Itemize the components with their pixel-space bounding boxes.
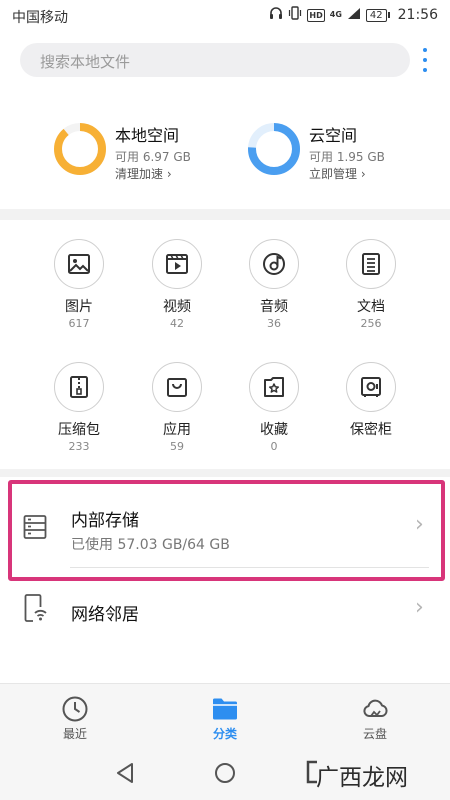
status-icons: HD 4G 42 21:56 xyxy=(269,6,438,24)
category-count: 617 xyxy=(68,317,90,330)
chevron-right-icon: › xyxy=(415,595,424,620)
category-label: 保密柜 xyxy=(350,422,392,438)
clock-icon xyxy=(61,695,89,723)
clean-accelerate-link[interactable]: 清理加速 › xyxy=(115,165,172,182)
favorite-star-icon xyxy=(249,362,299,412)
search-input[interactable]: 搜索本地文件 xyxy=(20,43,410,77)
local-space-card[interactable]: 本地空间 可用 6.97 GB 清理加速 › xyxy=(53,120,223,184)
category-favorites[interactable]: 收藏 0 xyxy=(234,362,314,472)
category-documents[interactable]: 文档 256 xyxy=(331,239,411,349)
image-icon xyxy=(54,239,104,289)
cloud-space-available: 可用 1.95 GB xyxy=(309,150,385,164)
audio-icon xyxy=(249,239,299,289)
local-space-title: 本地空间 xyxy=(115,126,180,145)
category-label: 应用 xyxy=(163,422,191,438)
app-bag-icon xyxy=(152,362,202,412)
category-apps[interactable]: 应用 59 xyxy=(137,362,217,472)
category-count: 233 xyxy=(68,440,90,453)
category-archives[interactable]: 压缩包 233 xyxy=(39,362,119,472)
watermark-text: 广西龙网 xyxy=(316,765,408,791)
highlight-box xyxy=(8,480,445,581)
category-count: 36 xyxy=(267,317,281,330)
network-device-icon xyxy=(23,593,47,627)
chevron-right-icon: › xyxy=(166,167,172,181)
status-bar: 中国移动 HD 4G 42 21:56 xyxy=(0,0,450,32)
category-label: 收藏 xyxy=(260,422,288,438)
category-label: 压缩包 xyxy=(58,422,100,438)
category-count: 0 xyxy=(270,440,278,453)
tab-recent[interactable]: 最近 xyxy=(0,684,150,746)
local-space-ring xyxy=(54,123,106,175)
category-label: 文档 xyxy=(357,299,385,315)
network-type-icon: 4G xyxy=(329,10,342,19)
archive-icon xyxy=(54,362,104,412)
folder-icon xyxy=(211,695,239,723)
battery-icon: 42 xyxy=(365,8,390,22)
back-nav-icon[interactable] xyxy=(115,762,135,788)
category-videos[interactable]: 视频 42 xyxy=(137,239,217,349)
chevron-right-icon: › xyxy=(360,167,366,181)
tab-cloud-drive[interactable]: 云盘 xyxy=(300,684,450,746)
more-options-icon[interactable] xyxy=(418,46,432,74)
headphone-icon xyxy=(269,6,283,24)
safe-icon xyxy=(346,362,396,412)
bottom-tab-bar: 最近 分类 云盘 xyxy=(0,683,450,746)
search-placeholder: 搜索本地文件 xyxy=(40,53,131,71)
category-label: 视频 xyxy=(163,299,191,315)
network-neighbors-row[interactable]: 网络邻居 › xyxy=(12,585,448,637)
hd-icon: HD xyxy=(307,8,325,22)
home-nav-icon[interactable] xyxy=(214,762,236,788)
category-count: 256 xyxy=(360,317,382,330)
cloud-space-card[interactable]: 云空间 可用 1.95 GB 立即管理 › xyxy=(247,120,417,184)
signal-icon xyxy=(347,7,361,24)
network-neighbors-title: 网络邻居 xyxy=(71,605,139,625)
category-audio[interactable]: 音频 36 xyxy=(234,239,314,349)
cloud-space-title: 云空间 xyxy=(309,126,358,145)
video-icon xyxy=(152,239,202,289)
battery-level: 42 xyxy=(365,8,387,22)
local-space-available: 可用 6.97 GB xyxy=(115,150,191,164)
manage-now-link[interactable]: 立即管理 › xyxy=(309,165,366,182)
category-label: 图片 xyxy=(65,299,93,315)
cloud-space-ring xyxy=(248,123,300,175)
clock: 21:56 xyxy=(397,7,438,23)
tab-categories[interactable]: 分类 xyxy=(150,684,300,746)
tab-label: 最近 xyxy=(62,727,87,741)
vibrate-icon xyxy=(288,6,302,24)
category-label: 音频 xyxy=(260,299,288,315)
document-icon xyxy=(346,239,396,289)
tab-label: 分类 xyxy=(212,727,237,741)
carrier-name: 中国移动 xyxy=(12,10,68,26)
category-count: 42 xyxy=(170,317,184,330)
section-divider xyxy=(0,209,450,220)
category-safe[interactable]: 保密柜 xyxy=(331,362,411,472)
tab-label: 云盘 xyxy=(362,727,387,741)
cloud-icon xyxy=(361,695,389,723)
section-divider xyxy=(0,469,450,477)
category-images[interactable]: 图片 617 xyxy=(39,239,119,349)
category-count: 59 xyxy=(170,440,184,453)
